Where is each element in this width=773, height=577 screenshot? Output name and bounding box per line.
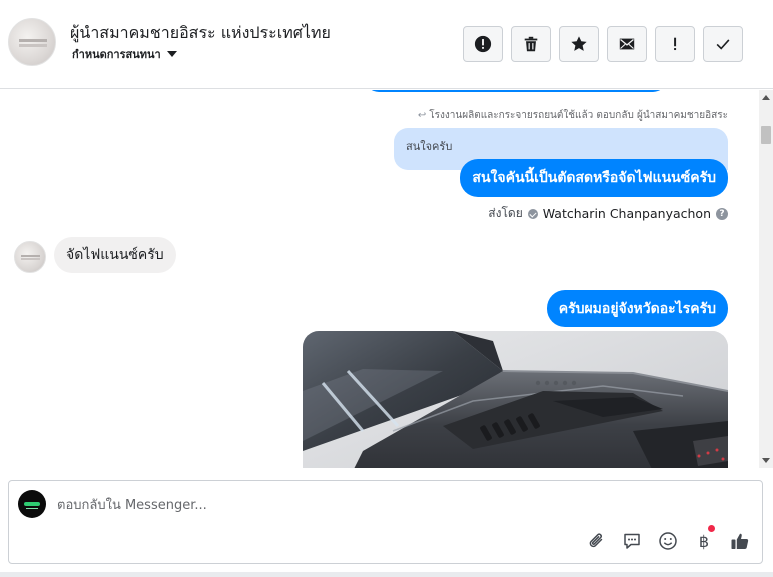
reply-input[interactable] [57, 494, 657, 516]
report-button[interactable] [463, 26, 503, 62]
window-bottom-border [0, 572, 773, 577]
conversation-header: ผู้นำสมาคมชายอิสระ แห่งประเทศไทย กำหนดกา… [0, 0, 773, 89]
reply-context-text: โรงงานผลิตและกระจายรถยนต์ใช้แล้ว ตอบกลับ… [429, 110, 728, 121]
previous-message-bubble [365, 90, 667, 92]
done-button[interactable] [703, 26, 743, 62]
reply-composer: ฿ [8, 480, 763, 564]
reply-context: ↩ โรงงานผลิตและกระจายรถยนต์ใช้แล้ว ตอบกล… [418, 108, 728, 123]
payment-button[interactable]: ฿ [692, 525, 716, 553]
notification-dot [708, 525, 715, 532]
quoted-message-text: สนใจครับ [406, 140, 453, 153]
conversation-settings-label: กำหนดการสนทนา [72, 48, 161, 61]
outgoing-message[interactable]: สนใจคันนี้เป็นตัดสดหรือจัดไฟแนนซ์ครับ [460, 159, 728, 197]
saved-reply-icon [624, 533, 640, 549]
car-image: 88 [303, 331, 728, 468]
scroll-up-icon[interactable] [762, 95, 770, 100]
message-thread[interactable]: ↩ โรงงานผลิตและกระจายรถยนต์ใช้แล้ว ตอบกล… [0, 90, 759, 468]
conversation-settings-dropdown[interactable]: กำหนดการสนทนา [72, 45, 177, 63]
car-photo[interactable]: 88 [303, 331, 728, 468]
attach-button[interactable] [585, 529, 609, 553]
alert-circle-icon [474, 35, 492, 53]
page-avatar-small [18, 490, 46, 518]
spam-button[interactable] [655, 26, 695, 62]
sent-by-label: ส่งโดย [488, 206, 523, 220]
trash-icon [524, 36, 538, 52]
envelope-icon [619, 38, 635, 50]
caret-down-icon [166, 51, 177, 57]
exclamation-icon [674, 37, 677, 51]
saved-replies-button[interactable] [620, 529, 644, 553]
sender-name: Watcharin Chanpanyachon [542, 206, 711, 221]
paperclip-icon [589, 533, 603, 548]
reply-arrow-icon: ↩ [417, 110, 427, 121]
emoji-icon [659, 532, 677, 550]
check-icon [716, 39, 730, 50]
payment-icon: ฿ [698, 531, 710, 551]
mark-unread-button[interactable] [607, 26, 647, 62]
incoming-message[interactable]: จัดไฟแนนซ์ครับ [54, 237, 176, 273]
outgoing-message[interactable]: ครับผมอยู่จังหวัดอะไรครับ [546, 290, 728, 327]
scroll-down-icon[interactable] [762, 458, 770, 463]
outgoing-message-text: ครับผมอยู่จังหวัดอะไรครับ [558, 300, 716, 317]
like-button[interactable] [728, 529, 752, 553]
thread-scrollbar[interactable] [759, 90, 773, 468]
page-avatar[interactable] [8, 18, 56, 66]
sent-by-info: ส่งโดย Watcharin Chanpanyachon ? [488, 204, 728, 223]
delete-button[interactable] [511, 26, 551, 62]
emoji-button[interactable] [656, 529, 680, 553]
conversation-title: ผู้นำสมาคมชายอิสระ แห่งประเทศไทย [70, 23, 331, 42]
scrollbar-thumb[interactable] [761, 126, 771, 144]
like-icon [731, 533, 749, 549]
star-icon [571, 36, 587, 51]
outgoing-message-text: สนใจคันนี้เป็นตัดสดหรือจัดไฟแนนซ์ครับ [472, 170, 716, 186]
check-circle-icon [527, 208, 538, 219]
incoming-message-text: จัดไฟแนนซ์ครับ [66, 247, 164, 263]
star-button[interactable] [559, 26, 599, 62]
help-icon[interactable]: ? [716, 207, 728, 220]
sender-avatar[interactable] [14, 241, 46, 273]
